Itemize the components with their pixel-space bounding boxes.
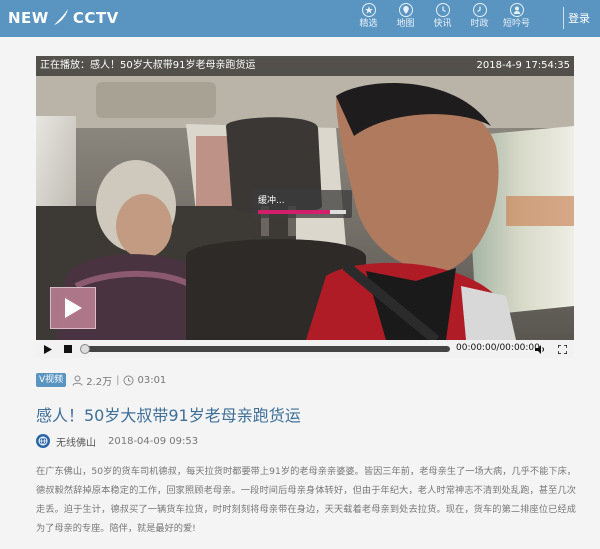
nav-label: 短吟号 bbox=[502, 19, 530, 29]
video-timestamp: 2018-4-9 17:54:35 bbox=[476, 60, 570, 71]
cctv-logo[interactable]: NEW CCTV bbox=[8, 7, 119, 29]
play-button[interactable] bbox=[42, 340, 54, 358]
fullscreen-icon bbox=[557, 344, 567, 354]
views-icon bbox=[72, 375, 83, 386]
fullscreen-button[interactable] bbox=[556, 340, 568, 358]
nav-item-map[interactable]: 地图 bbox=[387, 0, 424, 37]
play-icon bbox=[44, 344, 52, 354]
speaker-icon bbox=[535, 344, 544, 354]
buffering-label: 缓冲... bbox=[258, 196, 285, 206]
article-body: 在广东佛山，50岁的货车司机德叔，每天拉货时都要带上91岁的老母亲亲婆婆。皆因三… bbox=[36, 466, 576, 534]
logo-swoosh-icon bbox=[53, 9, 68, 25]
source-avatar[interactable] bbox=[36, 434, 50, 448]
login-link[interactable]: 登录 bbox=[568, 10, 590, 26]
top-nav: 精选 地图 快讯 时政 短吟号 bbox=[350, 0, 535, 37]
volume-button[interactable] bbox=[534, 340, 546, 358]
seek-bar[interactable] bbox=[80, 344, 450, 354]
logo-text-cctv: CCTV bbox=[72, 9, 119, 27]
nav-label: 地图 bbox=[396, 19, 415, 29]
star-icon bbox=[361, 3, 376, 17]
video-player[interactable]: 正在播放：感人！50岁大叔带91岁老母亲跑货运 2018-4-9 17:54:3… bbox=[36, 56, 574, 358]
buffering-bar-fill bbox=[258, 210, 330, 214]
video-controls: 00:00:00/00:00:00 bbox=[36, 340, 574, 358]
nav-label: 快讯 bbox=[433, 19, 452, 29]
video-frame[interactable]: 正在播放：感人！50岁大叔带91岁老母亲跑货运 2018-4-9 17:54:3… bbox=[36, 56, 574, 340]
nav-item-short-video[interactable]: 短吟号 bbox=[498, 0, 535, 37]
now-playing-text: 正在播放：感人！50岁大叔带91岁老母亲跑货运 bbox=[40, 60, 256, 71]
video-meta: V视频 2.2万 | 03:01 bbox=[36, 372, 166, 388]
article-title: 感人！50岁大叔带91岁老母亲跑货运 bbox=[36, 406, 301, 425]
meta-separator: | bbox=[116, 374, 120, 386]
nav-item-politics[interactable]: 时政 bbox=[461, 0, 498, 37]
duration: 03:01 bbox=[137, 374, 167, 386]
buffering-indicator: 缓冲... bbox=[252, 190, 352, 218]
seek-knob[interactable] bbox=[80, 344, 90, 354]
clock-icon bbox=[435, 3, 450, 17]
nav-item-flash[interactable]: 快讯 bbox=[424, 0, 461, 37]
article-source: 无线佛山 2018-04-09 09:53 bbox=[36, 433, 198, 449]
logo-text-new: NEW bbox=[8, 9, 49, 27]
big-play-button[interactable] bbox=[50, 287, 96, 329]
stop-icon bbox=[64, 345, 72, 353]
clock-icon bbox=[123, 375, 134, 386]
badge-label: 视频 bbox=[45, 375, 64, 385]
video-badge: V视频 bbox=[36, 373, 67, 387]
nav-label: 精选 bbox=[359, 19, 378, 29]
stop-button[interactable] bbox=[62, 340, 74, 358]
top-header: NEW CCTV 精选 地图 快讯 时政 短吟号 登录 bbox=[0, 0, 600, 37]
person-icon bbox=[509, 3, 524, 17]
time-readout: 00:00:00/00:00:00 bbox=[456, 343, 540, 353]
clock-icon bbox=[472, 3, 487, 17]
publish-date: 2018-04-09 09:53 bbox=[108, 435, 199, 447]
now-playing-bar: 正在播放：感人！50岁大叔带91岁老母亲跑货运 2018-4-9 17:54:3… bbox=[36, 56, 574, 76]
play-icon bbox=[65, 298, 82, 318]
header-divider bbox=[563, 7, 564, 29]
globe-icon bbox=[38, 436, 48, 446]
views-count: 2.2万 bbox=[86, 376, 113, 388]
buffering-bar bbox=[258, 210, 346, 214]
nav-item-featured[interactable]: 精选 bbox=[350, 0, 387, 37]
source-name[interactable]: 无线佛山 bbox=[56, 434, 96, 449]
nav-label: 时政 bbox=[470, 19, 489, 29]
map-pin-icon bbox=[398, 3, 413, 17]
